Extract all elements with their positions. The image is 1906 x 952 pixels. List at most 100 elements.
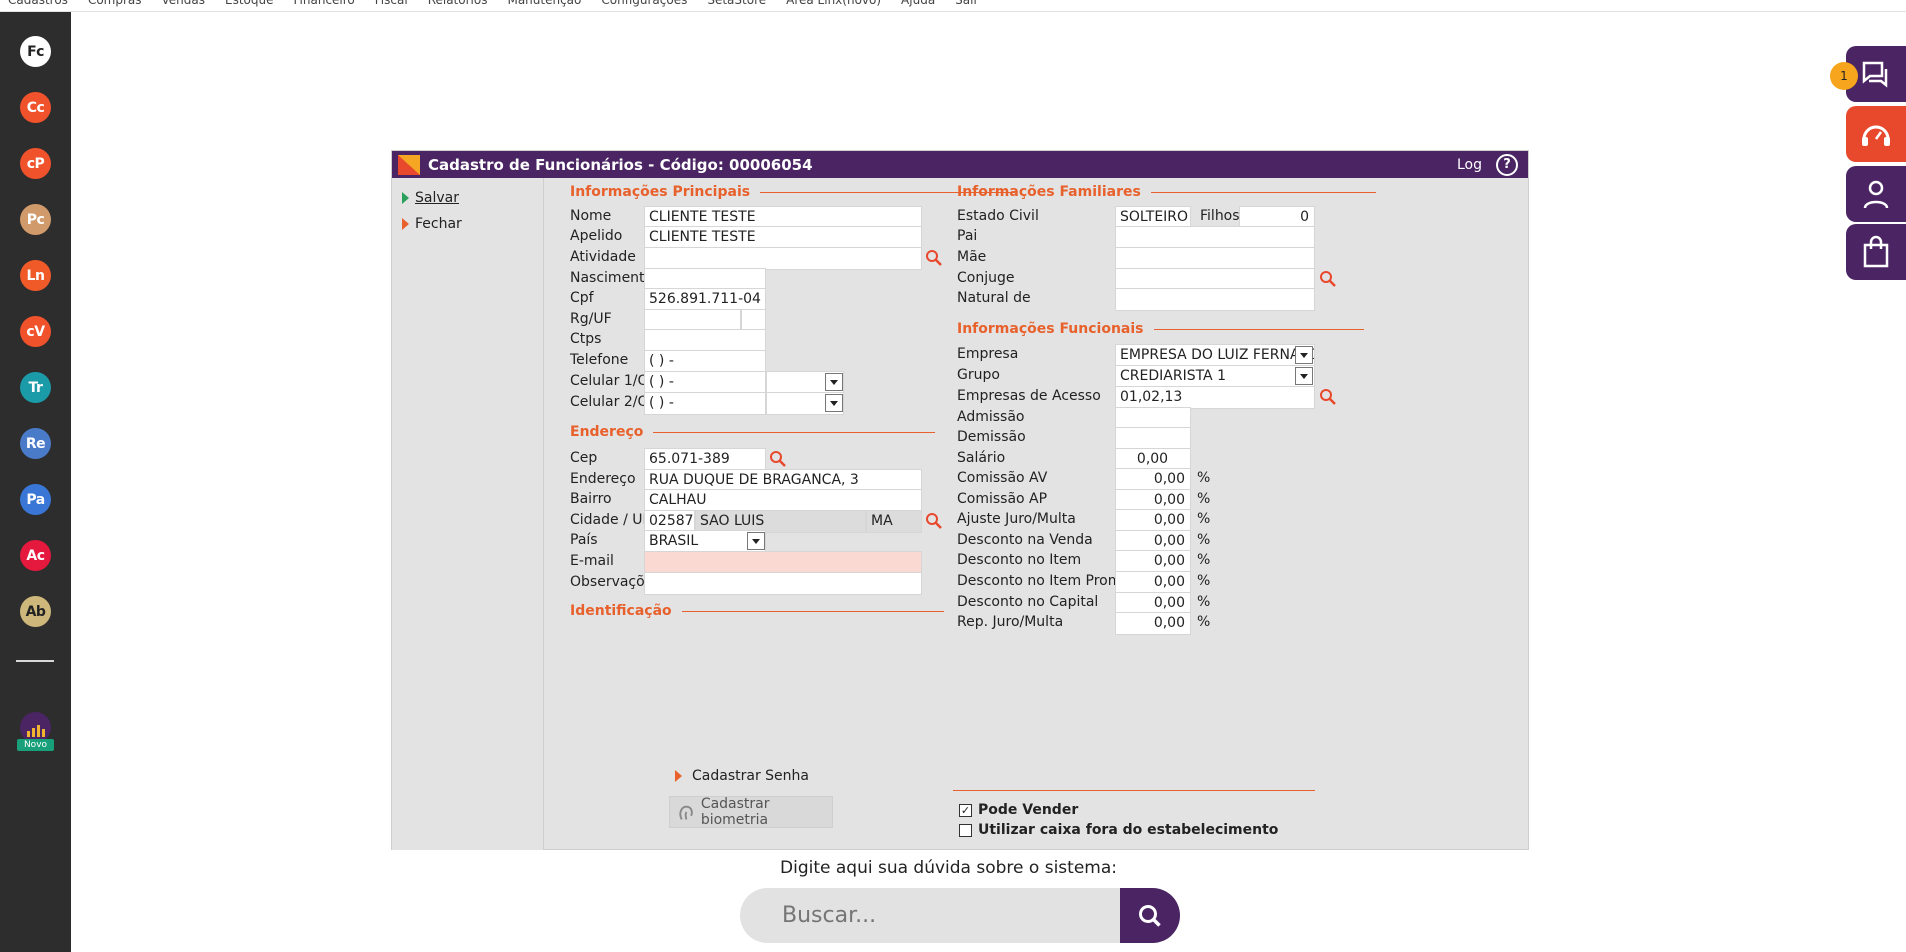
cpf-field[interactable]: 526.891.711-04 bbox=[644, 288, 766, 311]
funcional-row-label: Comissão AP bbox=[957, 490, 1048, 507]
section-endereco: Endereço bbox=[570, 424, 936, 440]
ctps-label: Ctps bbox=[570, 331, 602, 347]
search-icon[interactable] bbox=[1319, 270, 1337, 288]
funcional-row-field[interactable]: 0,00 bbox=[1115, 550, 1191, 574]
empresa-select[interactable]: EMPRESA DO LUIZ FERNANDO bbox=[1115, 344, 1315, 367]
menu-item[interactable]: Financeiro bbox=[294, 0, 355, 11]
app-shortcut-ab[interactable]: Ab bbox=[20, 596, 51, 627]
support-dock-button[interactable] bbox=[1846, 106, 1906, 162]
cep-field[interactable]: 65.071-389 bbox=[644, 448, 766, 471]
section-principais: Informações Principais bbox=[570, 184, 1016, 200]
empresas-acesso-field[interactable]: 01,02,13 bbox=[1115, 386, 1315, 409]
atividade-label: Atividade bbox=[570, 249, 636, 265]
search-icon[interactable] bbox=[769, 450, 787, 468]
app-shortcut-cv[interactable]: cV bbox=[20, 316, 51, 347]
play-icon bbox=[402, 218, 409, 230]
funcional-row-field[interactable]: 0,00 bbox=[1115, 571, 1191, 594]
percent-sign: % bbox=[1197, 614, 1211, 631]
search-icon[interactable] bbox=[925, 249, 943, 267]
menu-item[interactable]: Configurações bbox=[601, 0, 687, 11]
percent-sign: % bbox=[1197, 531, 1211, 548]
menu-item[interactable]: Sair bbox=[955, 0, 978, 11]
shop-dock-button[interactable] bbox=[1846, 224, 1906, 280]
pai-label: Pai bbox=[957, 228, 978, 244]
menu-item[interactable]: SetaStore bbox=[707, 0, 766, 11]
telefone-field[interactable]: ( ) - bbox=[644, 350, 766, 373]
filhos-label: Filhos bbox=[1200, 208, 1240, 224]
save-button[interactable]: Salvar bbox=[402, 190, 543, 206]
help-icon[interactable]: ? bbox=[1496, 153, 1518, 176]
menu-item[interactable]: Ajuda bbox=[901, 0, 935, 11]
section-familiares: Informações Familiares bbox=[957, 184, 1376, 200]
chevron-down-icon[interactable] bbox=[825, 373, 843, 391]
log-link[interactable]: Log bbox=[1457, 157, 1482, 173]
app-shortcut-pc[interactable]: Pc bbox=[20, 204, 51, 235]
menu-item[interactable]: Manutenção bbox=[507, 0, 581, 11]
mae-field[interactable] bbox=[1115, 247, 1315, 270]
pode-vender-label: Pode Vender bbox=[978, 802, 1079, 818]
caixa-fora-checkbox[interactable] bbox=[959, 824, 972, 837]
chevron-down-icon[interactable] bbox=[825, 394, 843, 412]
menu-item[interactable]: Relatórios bbox=[428, 0, 488, 11]
app-shortcut-tr[interactable]: Tr bbox=[20, 372, 51, 403]
funcional-row-field[interactable]: 0,00 bbox=[1115, 591, 1191, 615]
play-icon bbox=[402, 192, 409, 204]
atividade-field[interactable] bbox=[644, 247, 922, 270]
menu-item[interactable]: Fiscal bbox=[375, 0, 408, 11]
divider-line bbox=[953, 790, 1315, 791]
menu-item[interactable]: Área Linx(novo) bbox=[786, 0, 881, 11]
chevron-down-icon[interactable] bbox=[747, 532, 765, 550]
headset-gauge-icon bbox=[1862, 125, 1890, 146]
app-shortcut-ln[interactable]: Ln bbox=[20, 260, 51, 291]
menu-item[interactable]: Compras bbox=[88, 0, 142, 11]
chevron-down-icon[interactable] bbox=[1295, 367, 1313, 385]
conjuge-label: Conjuge bbox=[957, 270, 1015, 286]
app-shortcut-pa[interactable]: Pa bbox=[20, 484, 51, 515]
nome-label: Nome bbox=[570, 208, 612, 224]
grupo-select[interactable]: CREDIARISTA 1 bbox=[1115, 365, 1315, 388]
app-shortcut-ac[interactable]: Ac bbox=[20, 540, 51, 571]
search-button[interactable] bbox=[1120, 888, 1180, 943]
pais-label: País bbox=[570, 532, 598, 548]
app-shortcut-cc[interactable]: Cc bbox=[20, 92, 51, 123]
demissao-label: Demissão bbox=[957, 429, 1026, 445]
novo-reports-app[interactable]: Novo bbox=[17, 712, 54, 751]
search-icon[interactable] bbox=[925, 512, 943, 530]
user-dock-button[interactable] bbox=[1846, 166, 1906, 222]
search-input[interactable] bbox=[740, 888, 1120, 943]
cadastrar-biometria-button[interactable]: Cadastrar biometria bbox=[669, 796, 833, 828]
funcional-row-field[interactable]: 0,00 bbox=[1115, 488, 1191, 512]
cadastrar-senha-button[interactable]: Cadastrar Senha bbox=[675, 768, 809, 784]
funcional-row-field[interactable]: 0,00 bbox=[1115, 529, 1191, 553]
app-logo-icon bbox=[398, 154, 420, 175]
celular1-field[interactable]: ( ) - bbox=[644, 371, 766, 394]
app-shortcut-cp[interactable]: cP bbox=[20, 148, 51, 179]
search-icon[interactable] bbox=[1319, 388, 1337, 406]
user-icon bbox=[1863, 180, 1889, 209]
funcional-row-field[interactable]: 0,00 bbox=[1115, 509, 1191, 533]
menu-item[interactable]: Vendas bbox=[162, 0, 206, 11]
celular2-field[interactable]: ( ) - bbox=[644, 392, 766, 415]
menu-item[interactable]: Cadastros bbox=[8, 0, 68, 11]
observacoes-field[interactable] bbox=[644, 572, 922, 595]
ctps-field[interactable] bbox=[644, 329, 766, 352]
natural-field[interactable] bbox=[1115, 288, 1315, 311]
apelido-field[interactable]: CLIENTE TESTE bbox=[644, 226, 922, 249]
funcional-row-field[interactable]: 0,00 bbox=[1115, 468, 1191, 491]
funcionarios-window: Cadastro de Funcionários - Código: 00006… bbox=[391, 150, 1529, 850]
window-titlebar: Cadastro de Funcionários - Código: 00006… bbox=[392, 151, 1528, 178]
percent-sign: % bbox=[1197, 511, 1211, 528]
email-field[interactable] bbox=[644, 551, 922, 574]
demissao-field[interactable] bbox=[1115, 427, 1191, 450]
natural-label: Natural de bbox=[957, 290, 1031, 306]
uf-field: MA bbox=[866, 510, 922, 533]
close-button[interactable]: Fechar bbox=[402, 216, 543, 232]
app-shortcut-re[interactable]: Re bbox=[20, 428, 51, 459]
pai-field[interactable] bbox=[1115, 226, 1315, 249]
funcional-row-field[interactable]: 0,00 bbox=[1115, 612, 1191, 636]
menu-item[interactable]: Estoque bbox=[225, 0, 274, 11]
chevron-down-icon[interactable] bbox=[1295, 346, 1313, 364]
app-shortcut-fc[interactable]: Fc bbox=[20, 36, 51, 67]
bairro-field[interactable]: CALHAU bbox=[644, 489, 922, 512]
pode-vender-checkbox[interactable]: ✓ bbox=[959, 804, 972, 817]
